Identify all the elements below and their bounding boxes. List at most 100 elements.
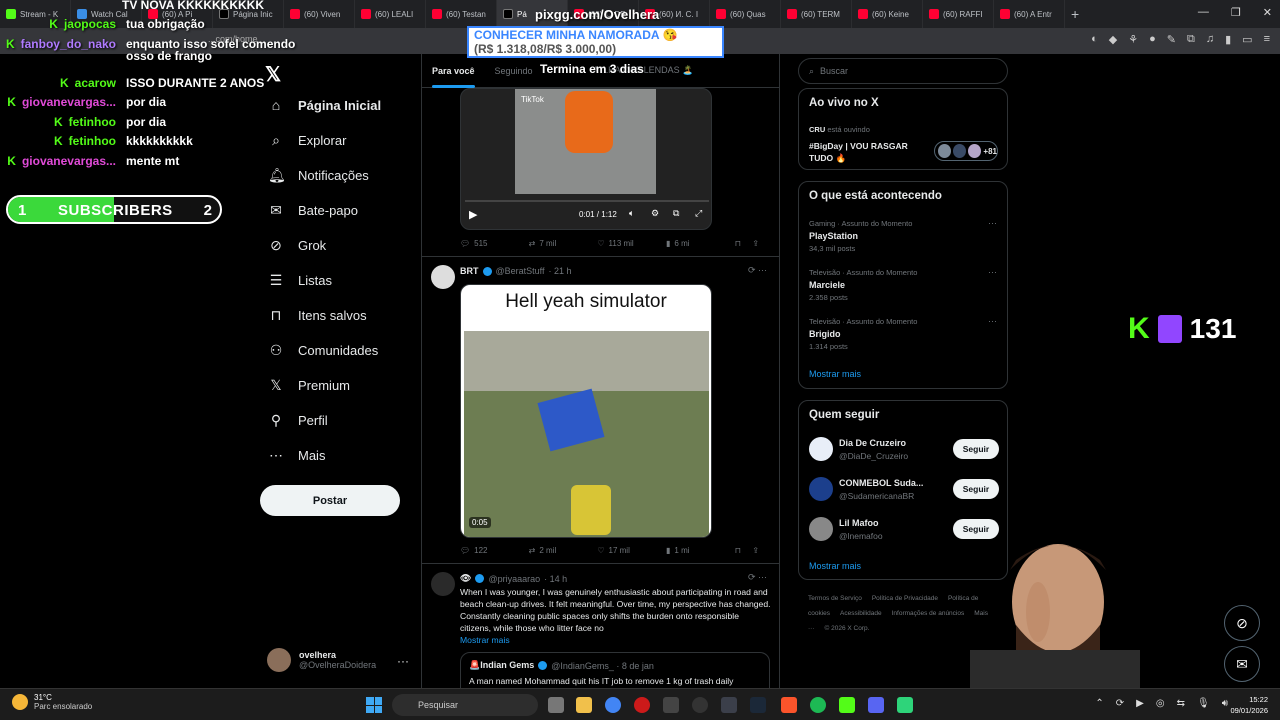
brave-icon[interactable] bbox=[781, 697, 797, 713]
live-space-title[interactable]: #BigDay | VOU RASGAR TUDO 🔥 bbox=[809, 140, 929, 164]
footer-link[interactable]: Política de Privacidade bbox=[872, 595, 938, 602]
live-host[interactable]: CRU está ouvindo bbox=[809, 125, 870, 134]
pip-icon[interactable]: ⧉ bbox=[673, 208, 679, 219]
browser-tab[interactable]: (60) TERM bbox=[781, 0, 852, 28]
taskbar-search[interactable]: Pesquisar bbox=[392, 694, 538, 716]
browser-tab[interactable]: (60) RAFFI bbox=[923, 0, 994, 28]
nav-item[interactable]: ✉ Bate-papo bbox=[268, 202, 358, 219]
avatar[interactable] bbox=[431, 572, 455, 596]
volume-icon[interactable]: 🔈︎ bbox=[629, 208, 634, 219]
feed-tab[interactable]: Seguindo bbox=[495, 66, 533, 76]
chevron-up-icon[interactable]: ⌃ bbox=[1095, 698, 1103, 709]
trend-item[interactable]: Marciele bbox=[809, 280, 845, 290]
puzzle-icon[interactable]: ⧉ bbox=[1187, 33, 1195, 46]
tweet-handle[interactable]: @priyaaarao bbox=[488, 574, 540, 584]
browser-tab[interactable]: (60) Testan bbox=[426, 0, 497, 28]
show-more-link[interactable]: Mostrar mais bbox=[809, 561, 861, 571]
new-tab-button[interactable]: + bbox=[1071, 6, 1079, 22]
settings-icon[interactable]: ⚙ bbox=[651, 208, 659, 219]
fullscreen-icon[interactable]: ⤢ bbox=[695, 208, 702, 219]
views-button[interactable]: ▮ 1 mi bbox=[666, 546, 735, 555]
volume-icon[interactable]: 🔊︎ bbox=[1222, 698, 1228, 709]
nav-item[interactable]: ⌕ Explorar bbox=[268, 132, 346, 149]
bookmark-icon[interactable]: ⊓ bbox=[735, 239, 753, 248]
trend-item[interactable]: Brigido bbox=[809, 329, 841, 339]
minimize-button[interactable]: — bbox=[1198, 6, 1209, 19]
follow-suggestion[interactable]: CONMEBOL Suda... @SudamericanaBR Seguir bbox=[809, 474, 999, 504]
maximize-button[interactable]: ❐ bbox=[1231, 6, 1241, 19]
avatar[interactable] bbox=[431, 265, 455, 289]
nav-item[interactable]: ⌂ Página Inicial bbox=[268, 97, 381, 113]
obs-icon[interactable] bbox=[692, 697, 708, 713]
app-icon[interactable] bbox=[663, 697, 679, 713]
show-more-link[interactable]: Mostrar mais bbox=[460, 635, 510, 645]
nav-item[interactable]: ⚲ Perfil bbox=[268, 412, 328, 429]
spotify-icon[interactable] bbox=[810, 697, 826, 713]
more-icon[interactable]: ⟳ ··· bbox=[748, 265, 767, 276]
nav-item[interactable]: ⚇ Comunidades bbox=[268, 342, 379, 359]
files-icon[interactable] bbox=[548, 697, 564, 713]
sidebar-icon[interactable]: ▮ bbox=[1225, 33, 1231, 46]
tweet-time[interactable]: · 21 h bbox=[549, 266, 572, 276]
tray-icon[interactable]: ⇆ bbox=[1177, 698, 1185, 709]
footer-link[interactable]: Acessibilidade bbox=[840, 610, 882, 617]
browser-tab[interactable]: (60) Keine bbox=[852, 0, 923, 28]
more-icon[interactable]: ··· bbox=[988, 218, 997, 228]
media-icon[interactable]: ♫ bbox=[1206, 33, 1214, 46]
mail-icon[interactable]: ✉ bbox=[1224, 646, 1260, 682]
browser-tab[interactable]: (60) LEALI bbox=[355, 0, 426, 28]
tray-icon[interactable]: ◎ bbox=[1156, 698, 1165, 709]
more-icon[interactable]: ⟳ ··· bbox=[748, 572, 767, 583]
repost-button[interactable]: ⇄ 2 mil bbox=[529, 546, 598, 555]
reply-button[interactable]: 💬︎ 122 bbox=[460, 546, 529, 555]
repost-button[interactable]: ⇄ 7 mil bbox=[529, 239, 598, 248]
extension-icon[interactable]: ⚘ bbox=[1128, 33, 1138, 46]
search-input[interactable]: ⌕ Buscar bbox=[798, 58, 1008, 84]
windows-start-icon[interactable] bbox=[366, 697, 382, 713]
follow-button[interactable]: Seguir bbox=[953, 479, 999, 499]
extension-icon[interactable]: ◐ bbox=[1091, 33, 1098, 46]
show-more-link[interactable]: Mostrar mais bbox=[809, 369, 861, 379]
nav-item[interactable]: ☰ Listas bbox=[268, 272, 332, 289]
nav-item[interactable]: ⊘ Grok bbox=[268, 237, 326, 254]
nav-item[interactable]: ⊓ Itens salvos bbox=[268, 307, 367, 324]
account-switcher[interactable]: ovelhera @OvelheraDoidera bbox=[267, 648, 376, 672]
tweet-video[interactable]: TikTok ▶ 0:01 / 1:12 🔈︎ ⚙ ⧉ ⤢ bbox=[460, 88, 712, 230]
reply-button[interactable]: 💬︎ 515 bbox=[460, 239, 529, 248]
views-button[interactable]: ▮ 6 mi bbox=[666, 239, 735, 248]
mic-icon[interactable]: 🎙︎ bbox=[1197, 698, 1210, 709]
more-icon[interactable]: ··· bbox=[397, 654, 409, 668]
tweet-time[interactable]: · 14 h bbox=[544, 574, 567, 584]
browser-tab[interactable]: (60) Quas bbox=[710, 0, 781, 28]
quote-tweet[interactable]: 🚨Indian Gems @IndianGems_ · 8 de jan A m… bbox=[460, 652, 770, 688]
folder-icon[interactable] bbox=[576, 697, 592, 713]
browser-tab[interactable]: (60) A Entr bbox=[994, 0, 1065, 28]
opera-icon[interactable] bbox=[634, 697, 650, 713]
extension-icon[interactable]: ● bbox=[1149, 33, 1156, 46]
play-icon[interactable]: ▶ bbox=[469, 208, 477, 221]
live-listeners[interactable]: +81 bbox=[934, 141, 998, 161]
browser-tab[interactable]: (60) Viven bbox=[284, 0, 355, 28]
more-icon[interactable]: ··· bbox=[988, 267, 997, 277]
app-icon[interactable] bbox=[721, 697, 737, 713]
follow-button[interactable]: Seguir bbox=[953, 439, 999, 459]
menu-icon[interactable]: ≡ bbox=[1264, 33, 1270, 46]
clock[interactable]: 15:22 09/01/2026 bbox=[1230, 694, 1268, 716]
tray-icon[interactable]: ▶ bbox=[1136, 698, 1144, 709]
share-icon[interactable]: ⇪ bbox=[752, 546, 770, 555]
tray-icon[interactable]: ⟳ bbox=[1116, 698, 1124, 709]
steam-icon[interactable] bbox=[750, 697, 766, 713]
post-button[interactable]: Postar bbox=[260, 485, 400, 516]
extension-icon[interactable]: ◆ bbox=[1109, 33, 1117, 46]
footer-link[interactable]: Termos de Serviço bbox=[808, 595, 862, 602]
more-icon[interactable]: ··· bbox=[988, 316, 997, 326]
tweet-video[interactable]: Hell yeah simulator 0:05 bbox=[460, 284, 712, 538]
feed-tab[interactable]: Para você bbox=[432, 66, 475, 88]
weather-widget[interactable]: 31°C Parc ensolarado bbox=[12, 693, 92, 711]
nav-item[interactable]: 🔔︎ Notificações bbox=[268, 167, 369, 184]
kick-icon[interactable] bbox=[839, 697, 855, 713]
share-icon[interactable]: ⇪ bbox=[752, 239, 770, 248]
close-button[interactable]: ✕ bbox=[1263, 6, 1272, 19]
notes-icon[interactable] bbox=[897, 697, 913, 713]
bookmark-icon[interactable]: ⊓ bbox=[735, 546, 753, 555]
